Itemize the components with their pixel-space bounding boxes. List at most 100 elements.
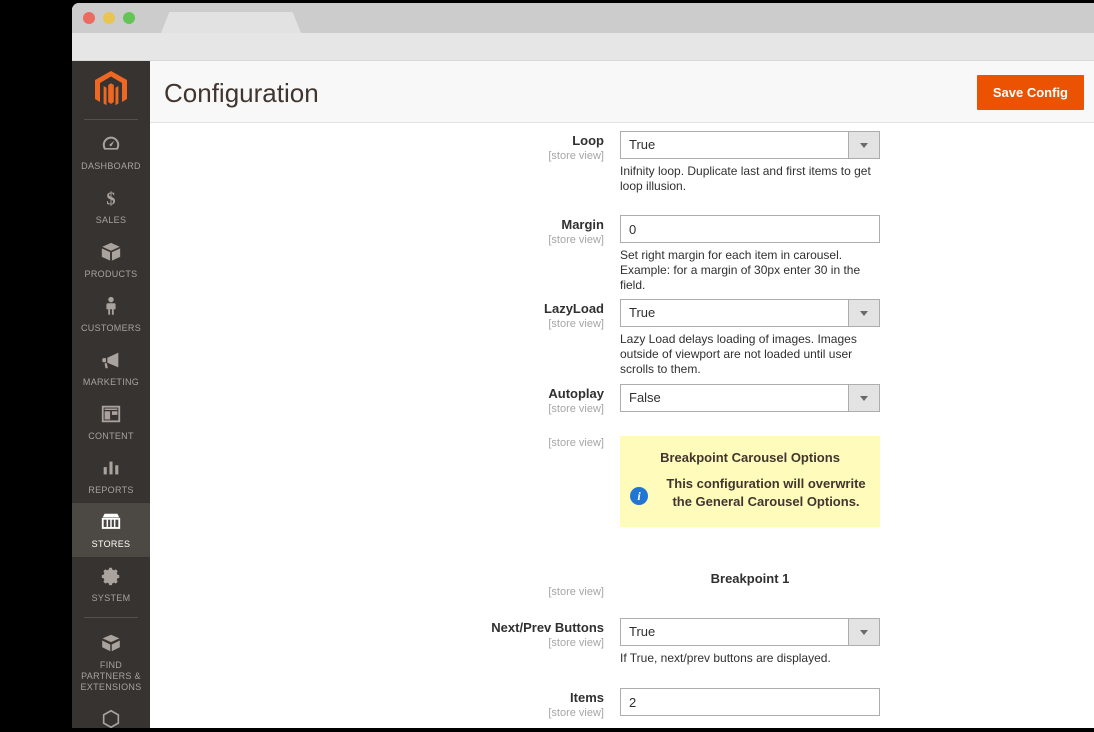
field-label-group: Loop [store view] — [150, 133, 616, 163]
sidebar-item-dashboard[interactable]: Dashboard — [72, 125, 150, 179]
traffic-light-group — [83, 12, 135, 24]
dollar-icon: $ — [74, 187, 148, 211]
sidebar-item-system[interactable]: System — [72, 557, 150, 611]
field-scope: [store view] — [150, 706, 604, 720]
chevron-down-icon[interactable] — [848, 132, 879, 158]
field-note: If True, next/prev buttons are displayed… — [620, 651, 880, 666]
loop-select-value: True — [629, 137, 655, 152]
browser-window: Dashboard $ Sales Products — [72, 3, 1094, 732]
person-icon — [74, 295, 148, 319]
svg-text:$: $ — [106, 188, 115, 208]
field-label: LazyLoad — [150, 301, 604, 317]
app-body: Dashboard $ Sales Products — [72, 61, 1094, 732]
field-label-group: LazyLoad [store view] — [150, 301, 616, 331]
chevron-down-icon[interactable] — [848, 619, 879, 645]
field-label-group: Items [store view] — [150, 690, 616, 720]
sidebar-item-products[interactable]: Products — [72, 233, 150, 287]
notice-title: Breakpoint Carousel Options — [630, 450, 870, 465]
autoplay-select-value: False — [629, 390, 661, 405]
chevron-down-icon[interactable] — [848, 385, 879, 411]
field-label-group: [store view] — [150, 436, 616, 450]
field-scope: [store view] — [150, 233, 604, 247]
field-scope: [store view] — [150, 402, 604, 416]
field-control-group: Set right margin for each item in carous… — [620, 215, 882, 293]
field-label: Margin — [150, 217, 604, 233]
field-control-group: True Lazy Load delays loading of images.… — [620, 299, 882, 377]
sidebar-item-reports[interactable]: Reports — [72, 449, 150, 503]
field-control-group: True Inifnity loop. Duplicate last and f… — [620, 131, 882, 194]
gear-icon — [74, 565, 148, 589]
lazyload-select[interactable]: True — [620, 299, 880, 327]
configuration-form: Loop [store view] True Inifnity loop. Du… — [150, 123, 1094, 732]
admin-sidebar: Dashboard $ Sales Products — [72, 61, 150, 732]
sidebar-item-label: Find Partners & Extensions — [74, 660, 148, 693]
field-scope: [store view] — [150, 636, 604, 650]
field-control-group: True If True, next/prev buttons are disp… — [620, 618, 882, 666]
next-prev-buttons-select-value: True — [629, 624, 655, 639]
breakpoint-heading-scope-group: [store view] — [150, 585, 616, 599]
sidebar-item-label: Sales — [74, 215, 148, 226]
sidebar-item-label: Products — [74, 269, 148, 280]
sidebar-item-sales[interactable]: $ Sales — [72, 179, 150, 233]
sidebar-item-marketing[interactable]: Marketing — [72, 341, 150, 395]
viewport-bottom-mask — [0, 728, 1094, 732]
next-prev-buttons-select[interactable]: True — [620, 618, 880, 646]
sidebar-item-label: Stores — [74, 539, 148, 550]
magento-logo[interactable] — [72, 61, 150, 119]
browser-toolbar — [72, 33, 1094, 61]
field-note: Set right margin for each item in carous… — [620, 248, 880, 293]
browser-tab[interactable] — [161, 12, 301, 33]
sidebar-item-stores[interactable]: Stores — [72, 503, 150, 557]
breakpoint-heading: Breakpoint 1 — [620, 571, 880, 586]
margin-input[interactable] — [620, 215, 880, 243]
sidebar-divider — [84, 617, 138, 618]
layout-icon — [74, 403, 148, 427]
storefront-icon — [74, 511, 148, 535]
field-label: Autoplay — [150, 386, 604, 402]
dashboard-icon — [74, 133, 148, 157]
field-scope: [store view] — [150, 585, 604, 599]
minimize-window-button[interactable] — [103, 12, 115, 24]
logo-divider — [84, 119, 138, 120]
megaphone-icon — [74, 349, 148, 373]
field-control-group — [620, 688, 882, 716]
page-header: Configuration Save Config — [150, 61, 1094, 123]
sidebar-item-label: Content — [74, 431, 148, 442]
field-scope: [store view] — [150, 317, 604, 331]
magento-logo-icon — [95, 71, 127, 109]
sidebar-item-customers[interactable]: Customers — [72, 287, 150, 341]
sidebar-item-find-partners-extensions[interactable]: Find Partners & Extensions — [72, 624, 150, 700]
info-icon: i — [630, 487, 648, 505]
sidebar-item-label: System — [74, 593, 148, 604]
sidebar-item-label: Dashboard — [74, 161, 148, 172]
notice-body: i This configuration will overwrite the … — [630, 475, 870, 511]
notice-text: This configuration will overwrite the Ge… — [662, 475, 870, 511]
save-config-button[interactable]: Save Config — [977, 75, 1084, 110]
maximize-window-button[interactable] — [123, 12, 135, 24]
field-note: Lazy Load delays loading of images. Imag… — [620, 332, 880, 377]
loop-select[interactable]: True — [620, 131, 880, 159]
close-window-button[interactable] — [83, 12, 95, 24]
sidebar-item-content[interactable]: Content — [72, 395, 150, 449]
page-title: Configuration — [164, 78, 319, 109]
field-scope: [store view] — [150, 436, 604, 450]
field-label: Loop — [150, 133, 604, 149]
chevron-down-icon[interactable] — [848, 300, 879, 326]
lazyload-select-value: True — [629, 305, 655, 320]
field-scope: [store view] — [150, 149, 604, 163]
field-label-group: Next/Prev Buttons [store view] — [150, 620, 616, 650]
field-label-group: Margin [store view] — [150, 217, 616, 247]
field-label: Next/Prev Buttons — [150, 620, 604, 636]
box-icon — [74, 241, 148, 265]
sidebar-item-label: Marketing — [74, 377, 148, 388]
autoplay-select[interactable]: False — [620, 384, 880, 412]
screen-root: Dashboard $ Sales Products — [0, 0, 1094, 732]
items-input[interactable] — [620, 688, 880, 716]
field-control-group: False — [620, 384, 882, 412]
field-label: Items — [150, 690, 604, 706]
browser-title-bar — [72, 3, 1094, 33]
field-label-group: Autoplay [store view] — [150, 386, 616, 416]
main-column: Configuration Save Config Loop [store vi… — [150, 61, 1094, 732]
bar-chart-icon — [74, 457, 148, 481]
breakpoint-notice-box: Breakpoint Carousel Options i This confi… — [620, 436, 880, 527]
